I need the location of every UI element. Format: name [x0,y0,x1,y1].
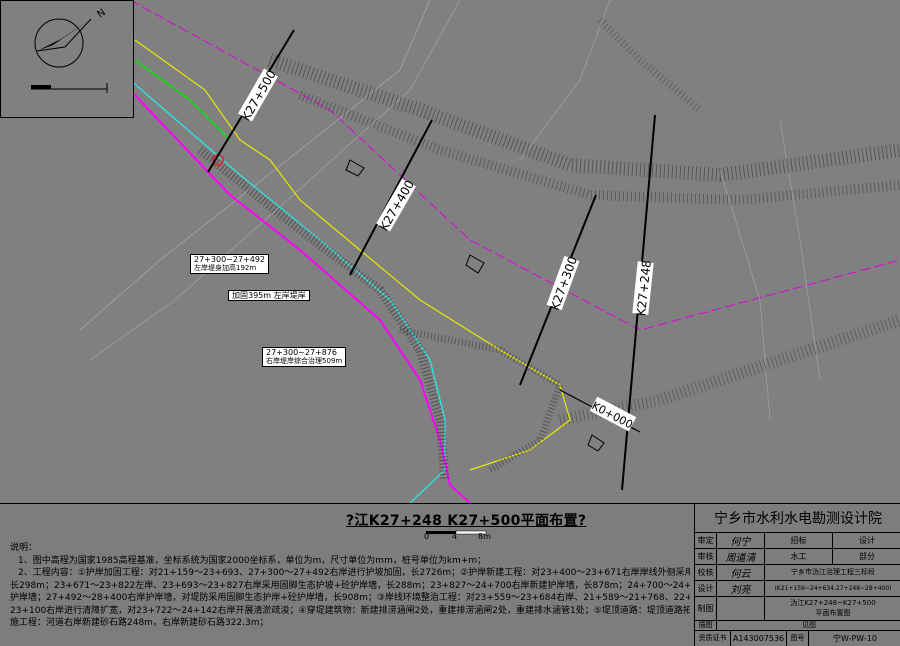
river-centerline [129,0,900,331]
role-label: 描图 [695,620,717,630]
drawing-title-line2: 平面布置图 [815,609,851,617]
title-block: 宁乡市水利水电勘测设计院 审定 何宁 招标 设计 审核 周道清 水工 部分 校核… [694,504,900,646]
signature: 何宁 [717,532,765,548]
callout-left-bank-heightening: 27+300~27+492 左岸堤身加高192m [190,254,270,274]
project-range: (K21+159~24+634.27+248~28+400) [774,584,892,592]
project-name: 宁乡市沩江治理工程三标段 [791,568,875,576]
north-arrow-box: N [0,0,134,118]
flow-arrow-icon [345,159,365,177]
drawing-title-line1: 沩江K27+248~K27+500 [790,599,876,607]
section-line-k27-400 [349,119,433,276]
title-block-row: 审定 何宁 招标 设计 [695,532,900,549]
institute-name: 宁乡市水利水电勘测设计院 [714,511,882,527]
signature: 见图 [802,621,816,629]
drawing-title: 沩江K27+248~K27+500 平面布置图 [765,596,900,620]
flow-arrow-icon [465,254,485,274]
notes-heading: 说明： [10,543,38,553]
notes-line: 施工程：河道右岸新建砂石路248m，右岸新建砂石路322.3m； [10,618,269,628]
drawing-number: 宁W-PW-10 [833,633,877,643]
hatched-band [597,17,703,114]
callout-right-bank-treatment: 27+300~27+876 右岸堤岸综合治理509m [262,347,347,367]
notes-line: 2、工程内容：①护岸加固工程：对21+159～23+693、27+300～27+… [18,568,690,578]
title-block-cert-row: 资质证书 A143007536 图号 宁W-PW-10 [695,630,900,646]
north-arrow-icon: N [31,7,108,93]
bottom-panel: ?江K27+248 K27+500平面布置? 0 4 8m 说明： 1、图中高程… [0,503,900,646]
role-label: 制图 [695,596,717,620]
terrain-line [719,169,771,421]
role-label: 审核 [695,548,717,564]
notes-line: 长298m；23+671～23+822左岸、23+693～23+827右岸采用固… [10,580,690,591]
flow-arrow-icon [587,434,605,452]
signature: 何云 [717,564,765,580]
callout-range: 27+300~27+876 [266,348,338,357]
notes-area: ?江K27+248 K27+500平面布置? 0 4 8m 说明： 1、图中高程… [4,504,692,646]
role-label: 设计 [695,580,717,596]
scale-tick-4: 4 [452,532,458,541]
notes-line: 23+100右岸进行清障扩宽，对23+722～24+142右岸开展清淤疏浚；④穿… [10,605,690,616]
callout-desc: 左岸堤身加高192m [194,264,257,272]
notes-line: 1、图中高程为国家1985高程基准，坐标系统为国家2000坐标系，单位为m，尺寸… [18,555,487,566]
hatched-band [298,90,900,206]
info-value: 部分 [859,551,875,561]
callout-left-bank-reinforcement: 加固395m 左岸堤岸 [228,290,310,301]
info-value: 设计 [859,535,875,545]
terrain-line [519,0,611,161]
site-plan-drawing: K27+500 K27+400 K27+300 K27+248 K0+000 [79,0,900,503]
role-label: 审定 [695,532,717,548]
scale-tick-8: 8m [478,532,491,541]
info-label: 水工 [765,548,833,564]
scale-tick-0: 0 [424,532,430,541]
title-block-row: 制图 沩江K27+248~K27+500 平面布置图 [695,596,900,621]
cert-number: A143007536 [731,630,787,646]
callout-desc: 右岸堤岸综合治理509m [266,357,343,365]
cert-label: 资质证书 [695,630,731,646]
callout-desc: 加固395m 左岸堤岸 [232,291,306,300]
station-label-k27-500: K27+500 [238,68,279,124]
svg-text:N: N [95,7,107,20]
station-label-k27-248: K27+248 [632,259,654,317]
signature: 周道清 [717,548,765,564]
notes-line: 护岸墙；27+492～28+400右岸护岸墙，对堤防采用固脚生态护岸+砼护岸墙，… [10,593,690,603]
info-label: 招标 [765,532,833,548]
levee-line-green [134,59,231,141]
role-label: 校核 [695,564,717,580]
plan-title: ?江K27+248 K27+500平面布置? [346,513,587,529]
title-block-institute-row: 宁乡市水利水电勘测设计院 [695,504,900,533]
terrain-line [779,119,821,381]
station-label-k27-400: K27+400 [376,178,417,233]
title-block-row: 设计 刘亮 (K21+159~24+634.27+248~28+400) [695,580,900,597]
notes-text: 说明： 1、图中高程为国家1985高程基准，坐标系统为国家2000坐标系，单位为… [10,542,690,630]
signature: 刘亮 [717,580,765,596]
station-label-text: K27+500 [239,68,279,124]
title-block-row: 校核 何云 宁乡市沩江治理工程三标段 [695,564,900,581]
callout-range: 27+300~27+492 [194,255,266,264]
title-block-row: 审核 周道清 水工 部分 [695,548,900,565]
drawing-no-label: 图号 [787,630,809,646]
signature [717,596,765,620]
